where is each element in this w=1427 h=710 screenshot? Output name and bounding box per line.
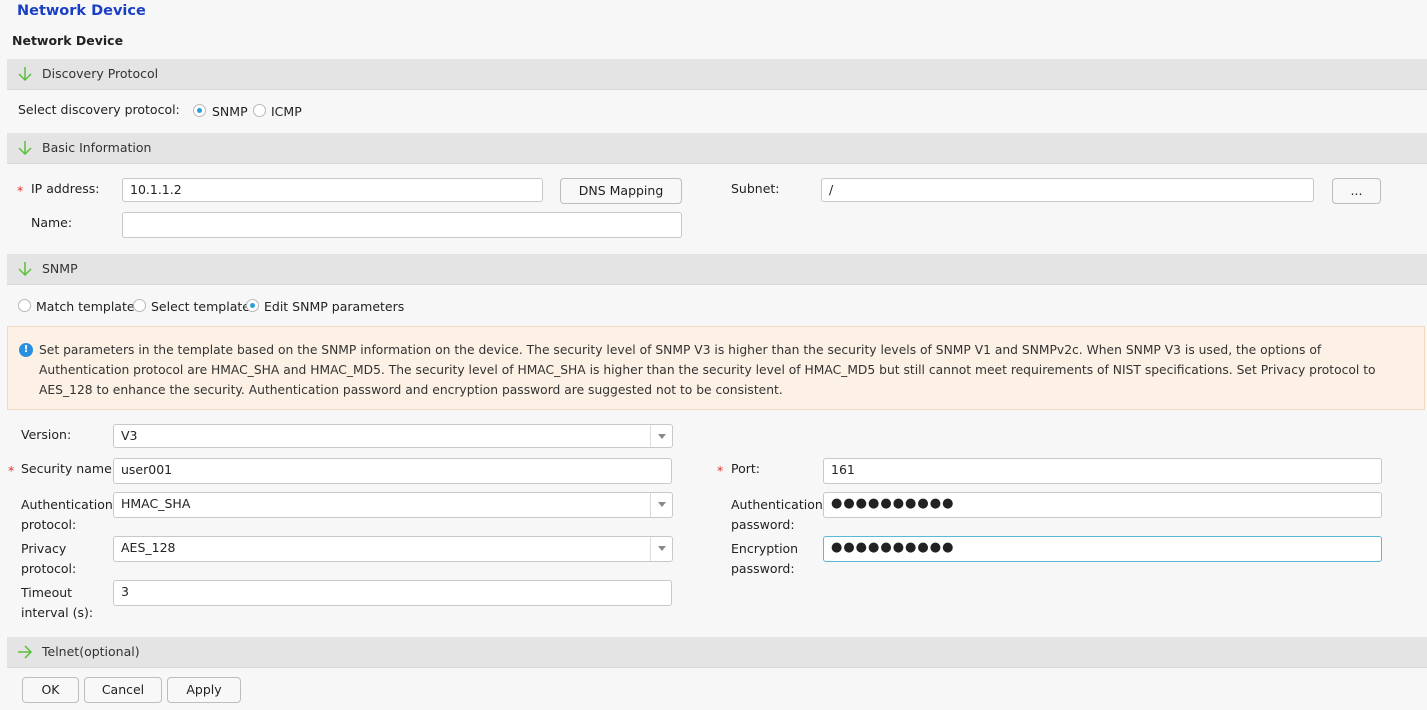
encryption-password-label-line1: Encryption — [731, 541, 799, 556]
discovery-protocol-label: Select discovery protocol: — [18, 102, 180, 117]
privacy-protocol-label: Privacy protocol: — [21, 539, 76, 579]
arrow-down-icon — [18, 141, 32, 156]
auth-password-label-line2: password: — [731, 517, 795, 532]
arrow-down-icon — [18, 67, 32, 82]
info-notice: ! Set parameters in the template based o… — [7, 326, 1425, 410]
version-select[interactable]: V3 — [113, 424, 673, 448]
auth-protocol-value: HMAC_SHA — [121, 496, 191, 511]
auth-password-label-line1: Authentication — [731, 497, 823, 512]
radio-button[interactable] — [253, 104, 266, 117]
privacy-protocol-label-line1: Privacy — [21, 541, 67, 556]
page-subtitle: Network Device — [12, 33, 124, 48]
auth-password-label: Authentication password: — [731, 495, 823, 535]
auth-protocol-label: Authentication protocol: — [21, 495, 113, 535]
radio-button[interactable] — [133, 299, 146, 312]
dns-mapping-button[interactable]: DNS Mapping — [560, 178, 682, 204]
timeout-label-line1: Timeout — [21, 585, 73, 600]
radio-button-selected[interactable] — [193, 104, 206, 117]
section-telnet[interactable]: Telnet(optional) — [7, 637, 1427, 668]
arrow-right-icon — [18, 645, 33, 659]
apply-button[interactable]: Apply — [167, 677, 241, 703]
version-label: Version: — [21, 427, 72, 442]
radio-match-template[interactable]: Match template — [18, 299, 135, 315]
radio-button-selected[interactable] — [246, 299, 259, 312]
radio-edit-snmp-label: Edit SNMP parameters — [264, 299, 405, 314]
section-discovery-protocol[interactable]: Discovery Protocol — [7, 59, 1427, 90]
radio-snmp[interactable]: SNMP — [193, 104, 253, 120]
auth-password-input[interactable]: ●●●●●●●●●● — [823, 492, 1382, 518]
ip-address-input[interactable]: 10.1.1.2 — [122, 178, 543, 202]
radio-edit-snmp-parameters[interactable]: Edit SNMP parameters — [246, 299, 406, 315]
timeout-label: Timeout interval (s): — [21, 583, 93, 623]
chevron-down-icon[interactable] — [650, 493, 672, 517]
privacy-protocol-value: AES_128 — [121, 540, 176, 555]
ok-button[interactable]: OK — [22, 677, 79, 703]
radio-match-template-label: Match template — [36, 299, 135, 314]
auth-protocol-label-line1: Authentication — [21, 497, 113, 512]
info-notice-text: Set parameters in the template based on … — [39, 343, 1376, 397]
required-marker: * — [717, 463, 724, 478]
radio-icmp[interactable]: ICMP — [253, 104, 313, 120]
radio-icmp-label: ICMP — [271, 104, 302, 119]
subnet-input[interactable]: / — [821, 178, 1314, 202]
timeout-input[interactable]: 3 — [113, 580, 672, 606]
section-basic-information[interactable]: Basic Information — [7, 133, 1427, 164]
subnet-label: Subnet: — [731, 181, 780, 196]
radio-select-template-label: Select template — [151, 299, 250, 314]
subnet-browse-button[interactable]: ... — [1332, 178, 1381, 204]
ip-address-label: IP address: — [31, 181, 100, 196]
radio-button[interactable] — [18, 299, 31, 312]
privacy-protocol-label-line2: protocol: — [21, 561, 77, 576]
security-name-label: Security name: — [21, 461, 116, 476]
section-label: SNMP — [42, 261, 78, 276]
port-label: Port: — [731, 461, 760, 476]
name-label: Name: — [31, 215, 73, 230]
section-label: Telnet(optional) — [42, 644, 140, 659]
encryption-password-input[interactable]: ●●●●●●●●●● — [823, 536, 1382, 562]
security-name-input[interactable]: user001 — [113, 458, 672, 484]
required-marker: * — [8, 463, 15, 478]
section-snmp[interactable]: SNMP — [7, 254, 1427, 285]
required-marker: * — [17, 183, 24, 198]
chevron-down-icon[interactable] — [650, 537, 672, 561]
encryption-password-label: Encryption password: — [731, 539, 798, 579]
cancel-button[interactable]: Cancel — [84, 677, 162, 703]
page-title: Network Device — [17, 3, 146, 19]
name-input[interactable] — [122, 212, 682, 238]
section-label: Basic Information — [42, 140, 152, 155]
section-label: Discovery Protocol — [42, 66, 159, 81]
auth-protocol-label-line2: protocol: — [21, 517, 77, 532]
radio-select-template[interactable]: Select template — [133, 299, 250, 315]
version-value: V3 — [121, 428, 138, 443]
timeout-label-line2: interval (s): — [21, 605, 94, 620]
encryption-password-label-line2: password: — [731, 561, 795, 576]
port-input[interactable]: 161 — [823, 458, 1382, 484]
chevron-down-icon[interactable] — [650, 425, 672, 447]
radio-snmp-label: SNMP — [212, 104, 248, 119]
arrow-down-icon — [18, 262, 32, 277]
auth-protocol-select[interactable]: HMAC_SHA — [113, 492, 673, 518]
privacy-protocol-select[interactable]: AES_128 — [113, 536, 673, 562]
info-icon: ! — [19, 343, 33, 357]
